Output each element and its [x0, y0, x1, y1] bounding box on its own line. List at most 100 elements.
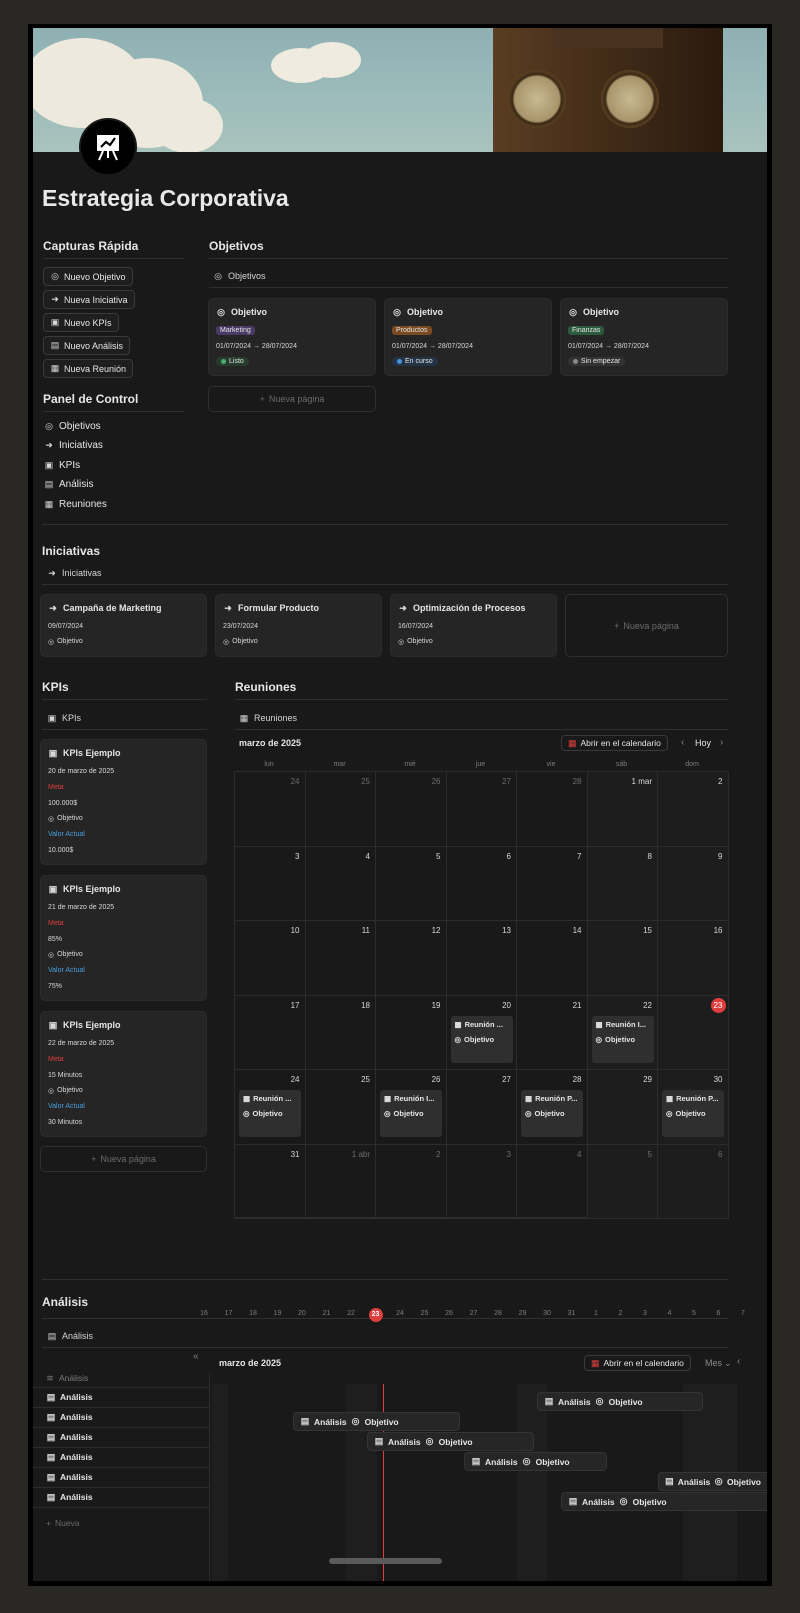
- kpi-card[interactable]: ▣ KPIs Ejemplo 20 de marzo de 2025 Meta 1…: [40, 739, 207, 865]
- objective-card[interactable]: ◎ Objetivo Finanzas 01/07/2024 → 28/07/20…: [560, 298, 728, 376]
- analysis-row[interactable]: ▤ Análisis: [46, 1412, 93, 1422]
- analysis-row[interactable]: ▤ Análisis: [46, 1492, 93, 1502]
- calendar-day-cell[interactable]: 24: [235, 772, 306, 847]
- calendar-day-cell[interactable]: 7: [517, 846, 588, 921]
- calendar-day-cell[interactable]: 2: [658, 772, 729, 847]
- nav-objetivos-link[interactable]: ◎ Objetivos: [44, 421, 101, 432]
- initiative-card[interactable]: ➜ Optimización de Procesos 16/07/2024 ◎ Ob…: [390, 594, 557, 657]
- new-page-button[interactable]: + Nueva página: [565, 594, 728, 657]
- calendar-day-cell[interactable]: 29: [587, 1070, 658, 1145]
- meeting-event[interactable]: ▦ Reunión I... ◎ Objetivo: [380, 1090, 442, 1137]
- objective-card[interactable]: ◎ Objetivo Productos 01/07/2024 → 28/07/2…: [384, 298, 552, 376]
- nav-analisis-link[interactable]: ▤ Análisis: [44, 479, 94, 490]
- presentation-icon[interactable]: [79, 118, 137, 176]
- horizontal-scrollbar[interactable]: [329, 1558, 442, 1564]
- new-page-button[interactable]: + Nueva página: [40, 1146, 207, 1172]
- calendar-day-cell[interactable]: 28 ▦ Reunión P... ◎ Objetivo: [517, 1070, 588, 1145]
- objective-relation[interactable]: ◎ Objetivo: [223, 638, 258, 646]
- nav-kpis-link[interactable]: ▣ KPIs: [44, 460, 80, 471]
- analysis-bar[interactable]: ▤ Análisis ◎ Objetivo: [561, 1492, 767, 1511]
- analysis-bar[interactable]: ▤ Análisis ◎ Objetivo: [464, 1452, 607, 1471]
- calendar-day-cell[interactable]: 23: [658, 995, 729, 1070]
- chevron-right-icon[interactable]: ›: [720, 737, 723, 748]
- nav-iniciativas-link[interactable]: ➜ Iniciativas: [44, 440, 103, 451]
- calendar-day-cell[interactable]: 8: [587, 846, 658, 921]
- calendar-day-cell[interactable]: 13: [446, 921, 517, 996]
- calendar-day-cell[interactable]: 26 ▦ Reunión I... ◎ Objetivo: [376, 1070, 447, 1145]
- open-calendar-button[interactable]: ▦ Abrir en el calendario: [584, 1355, 691, 1371]
- calendar-day-cell[interactable]: 30 ▦ Reunión P... ◎ Objetivo: [658, 1070, 729, 1145]
- meeting-event[interactable]: ▦ Reunión ... ◎ Objetivo: [450, 1015, 513, 1063]
- objective-relation[interactable]: ◎ Objetivo: [48, 1087, 83, 1095]
- new-analysis-button[interactable]: ▤ Nuevo Análisis: [43, 336, 131, 355]
- calendar-day-cell[interactable]: 4: [305, 846, 376, 921]
- calendar-day-cell[interactable]: 28: [517, 772, 588, 847]
- calendar-day-cell[interactable]: 1 mar: [587, 772, 658, 847]
- calendar-day-cell[interactable]: 27: [446, 772, 517, 847]
- nav-reuniones-link[interactable]: ▦ Reuniones: [44, 499, 107, 510]
- calendar-day-cell[interactable]: 19: [376, 995, 447, 1070]
- meeting-event[interactable]: ▦ Reunión I... ◎ Objetivo: [591, 1015, 654, 1063]
- meeting-event[interactable]: ▦ Reunión P... ◎ Objetivo: [662, 1090, 724, 1137]
- reuniones-view-tab[interactable]: ▦ Reuniones: [239, 713, 297, 723]
- calendar-day-cell[interactable]: 18: [305, 995, 376, 1070]
- calendar-day-cell[interactable]: 27: [446, 1070, 517, 1145]
- objective-relation[interactable]: ◎ Objetivo: [48, 951, 83, 959]
- today-button[interactable]: Hoy: [695, 738, 711, 748]
- calendar-day-cell[interactable]: 5: [587, 1144, 658, 1219]
- objetivos-view-tab[interactable]: ◎ Objetivos: [213, 271, 265, 281]
- new-kpis-button[interactable]: ▣ Nuevo KPIs: [43, 313, 119, 332]
- calendar-day-cell[interactable]: 14: [517, 921, 588, 996]
- open-calendar-button[interactable]: ▦ Abrir en el calendario: [561, 735, 668, 751]
- new-objective-button[interactable]: ◎ Nuevo Objetivo: [43, 267, 133, 286]
- analysis-row[interactable]: ▤ Análisis: [46, 1432, 93, 1442]
- kpi-card[interactable]: ▣ KPIs Ejemplo 21 de marzo de 2025 Meta 8…: [40, 875, 207, 1001]
- calendar-day-cell[interactable]: 20 ▦ Reunión ... ◎ Objetivo: [446, 995, 517, 1070]
- calendar-day-cell[interactable]: 16: [658, 921, 729, 996]
- analysis-bar[interactable]: ▤ Análisis ◎ Objetivo: [537, 1392, 703, 1411]
- calendar-day-cell[interactable]: 17: [235, 995, 306, 1070]
- meeting-event[interactable]: ▦ Reunión ... ◎ Objetivo: [239, 1090, 301, 1137]
- meeting-event[interactable]: ▦ Reunión P... ◎ Objetivo: [521, 1090, 583, 1137]
- objective-relation[interactable]: ◎ Objetivo: [398, 638, 433, 646]
- calendar-day-cell[interactable]: 1 abr: [305, 1144, 376, 1219]
- calendar-day-cell[interactable]: 22 ▦ Reunión I... ◎ Objetivo: [587, 995, 658, 1070]
- initiative-card[interactable]: ➜ Formular Producto 23/07/2024 ◎ Objetivo: [215, 594, 382, 657]
- calendar-day-cell[interactable]: 26: [376, 772, 447, 847]
- calendar-day-cell[interactable]: 15: [587, 921, 658, 996]
- calendar-day-cell[interactable]: 11: [305, 921, 376, 996]
- calendar-day-cell[interactable]: 25: [305, 1070, 376, 1145]
- new-page-button[interactable]: + Nueva página: [208, 386, 376, 412]
- calendar-day-cell[interactable]: 21: [517, 995, 588, 1070]
- objective-card[interactable]: ◎ Objetivo Marketing 01/07/2024 → 28/07/2…: [208, 298, 376, 376]
- kpi-card[interactable]: ▣ KPIs Ejemplo 22 de marzo de 2025 Meta 1…: [40, 1011, 207, 1137]
- chevron-left-icon[interactable]: ‹: [737, 1356, 740, 1367]
- calendar-day-cell[interactable]: 12: [376, 921, 447, 996]
- analisis-view-tab[interactable]: ▤ Análisis: [47, 1331, 93, 1341]
- calendar-day-cell[interactable]: 6: [658, 1144, 729, 1219]
- analysis-row[interactable]: ▤ Análisis: [46, 1452, 93, 1462]
- calendar-day-cell[interactable]: 6: [446, 846, 517, 921]
- new-initiative-button[interactable]: ➜ Nueva Iniciativa: [43, 290, 135, 309]
- calendar-day-cell[interactable]: 24 ▦ Reunión ... ◎ Objetivo: [235, 1070, 306, 1145]
- timeline-mode-select[interactable]: Mes ⌄: [705, 1358, 732, 1369]
- kpis-view-tab[interactable]: ▣ KPIs: [47, 713, 81, 723]
- calendar-day-cell[interactable]: 4: [517, 1144, 588, 1219]
- new-meeting-button[interactable]: ▦ Nueva Reunión: [43, 359, 134, 378]
- calendar-day-cell[interactable]: 3: [235, 846, 306, 921]
- objective-relation[interactable]: ◎ Objetivo: [48, 815, 83, 823]
- analysis-bar[interactable]: ▤ Análisis ◎ Objetivo: [367, 1432, 534, 1451]
- calendar-day-cell[interactable]: 10: [235, 921, 306, 996]
- analysis-row[interactable]: ▤ Análisis: [46, 1472, 93, 1482]
- calendar-day-cell[interactable]: 25: [305, 772, 376, 847]
- new-row-button[interactable]: + Nueva: [46, 1518, 80, 1528]
- analysis-bar[interactable]: ▤ Análisis ◎ Objetivo: [293, 1412, 460, 1431]
- objective-relation[interactable]: ◎ Objetivo: [48, 638, 83, 646]
- iniciativas-view-tab[interactable]: ➜ Iniciativas: [47, 568, 101, 578]
- calendar-day-cell[interactable]: 31: [235, 1144, 306, 1219]
- collapse-icon[interactable]: «: [193, 1351, 199, 1362]
- chevron-left-icon[interactable]: ‹: [681, 737, 684, 748]
- calendar-day-cell[interactable]: 5: [376, 846, 447, 921]
- calendar-day-cell[interactable]: 3: [446, 1144, 517, 1219]
- analysis-row[interactable]: ▤ Análisis: [46, 1392, 93, 1402]
